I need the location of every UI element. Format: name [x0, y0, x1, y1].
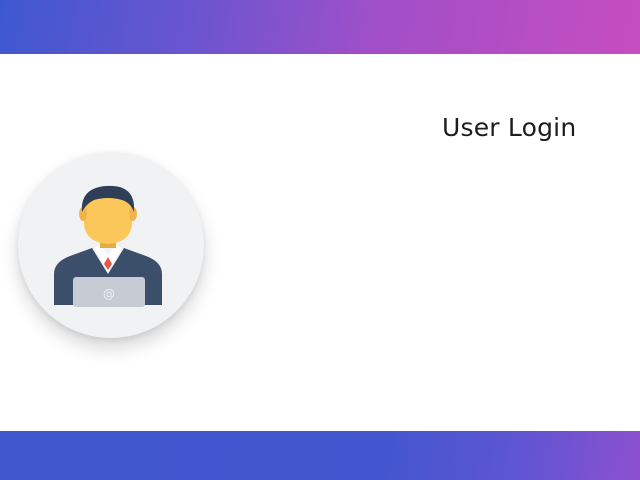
laptop-symbol: @	[103, 287, 115, 301]
header-gradient-band	[0, 0, 640, 54]
footer-gradient-band	[0, 431, 640, 480]
user-with-laptop-icon: @	[54, 185, 162, 307]
user-avatar: @	[18, 152, 204, 338]
login-title: User Login	[442, 113, 577, 142]
